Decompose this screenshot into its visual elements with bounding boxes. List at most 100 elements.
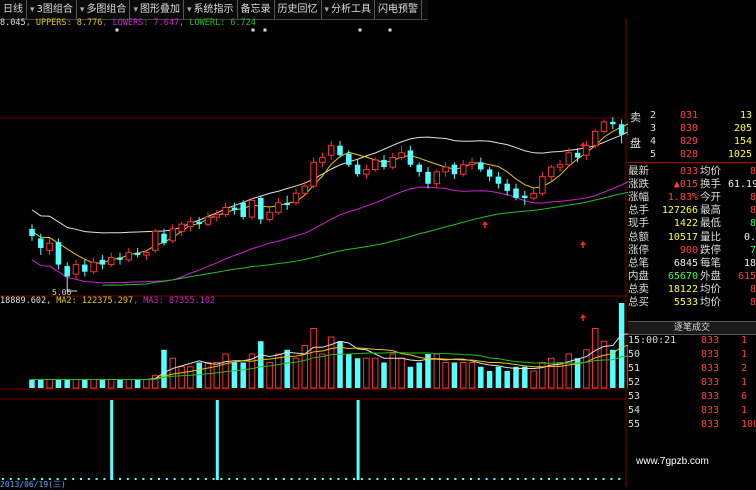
signal-dot bbox=[96, 478, 98, 480]
toolbar-button-4[interactable]: 系统指示 bbox=[184, 0, 238, 19]
candle-body bbox=[337, 146, 343, 156]
signal-dot bbox=[72, 478, 74, 480]
candle-body bbox=[460, 165, 466, 175]
signal-dot bbox=[174, 478, 176, 480]
signal-dot bbox=[228, 478, 230, 480]
candle-body bbox=[276, 203, 282, 213]
signal-dot bbox=[470, 478, 472, 480]
signal-dot bbox=[595, 478, 597, 480]
signal-dot bbox=[283, 478, 285, 480]
volume-bar bbox=[381, 363, 387, 389]
signal-dot bbox=[415, 478, 417, 480]
candle-body bbox=[267, 212, 273, 219]
candle-body bbox=[293, 193, 299, 203]
quote-value: 1.83% bbox=[654, 191, 698, 204]
toolbar-button-0[interactable]: 日线 bbox=[0, 0, 27, 19]
toolbar-button-2[interactable]: 多图组合 bbox=[77, 0, 131, 19]
tick-time: 15:00:21 bbox=[628, 334, 676, 348]
candle-body bbox=[126, 253, 132, 260]
signal-dot bbox=[384, 478, 386, 480]
quote-value: 65670 bbox=[654, 270, 698, 283]
signal-dot bbox=[361, 478, 363, 480]
volume-bar bbox=[346, 354, 352, 388]
signal-dot bbox=[197, 478, 199, 480]
toolbar-button-3[interactable]: 图形叠加 bbox=[130, 0, 184, 19]
candle-body bbox=[64, 266, 70, 276]
signal-dot bbox=[540, 478, 542, 480]
signal-dot bbox=[431, 478, 433, 480]
volume-bar bbox=[170, 358, 176, 388]
signal-dot bbox=[220, 478, 222, 480]
candle-body bbox=[504, 184, 510, 191]
signal-dot bbox=[400, 478, 402, 480]
signal-dot bbox=[376, 478, 378, 480]
signal-dot bbox=[454, 478, 456, 480]
quote-label-2: 均价 bbox=[700, 296, 721, 309]
toolbar-button-5[interactable]: 备忘录 bbox=[238, 0, 275, 19]
tick-row: 52 833 1 bbox=[628, 376, 756, 390]
volume-bar bbox=[522, 367, 528, 388]
tick-time: 52 bbox=[628, 376, 640, 390]
volume-bar bbox=[64, 380, 70, 389]
quote-row: 总买5533均价8 bbox=[628, 296, 756, 309]
quote-label: 总笔 bbox=[628, 257, 649, 270]
indicator-value-2: , UPPERS: 8.776 bbox=[26, 18, 103, 28]
ticks-header[interactable]: 逐笔成交 bbox=[628, 321, 756, 335]
candle-body bbox=[487, 169, 493, 176]
quote-row: 总卖18122均价8 bbox=[628, 283, 756, 296]
signal-dot bbox=[205, 478, 207, 480]
chart-grid bbox=[0, 19, 626, 487]
order-book-volume: 13 bbox=[714, 109, 752, 122]
tick-qty: 1 bbox=[741, 334, 747, 348]
signal-dot bbox=[337, 478, 339, 480]
signal-dot bbox=[618, 478, 620, 480]
signal-dot bbox=[119, 478, 121, 480]
tick-price: 833 bbox=[701, 376, 719, 390]
signal-bar bbox=[357, 400, 360, 480]
quote-value: 900 bbox=[654, 244, 698, 257]
volume-bar bbox=[399, 358, 405, 388]
volume-bar bbox=[108, 380, 114, 389]
indicator-values: 8.045, UPPERS: 8.776, LOWERS: 7.647, LOW… bbox=[0, 18, 256, 29]
candle-body bbox=[258, 198, 264, 219]
order-book-volume: 1025 bbox=[714, 148, 752, 161]
tick-price: 833 bbox=[701, 348, 719, 362]
chart-area[interactable]: 5.06 bbox=[0, 0, 628, 487]
tick-qty: 1 bbox=[741, 376, 747, 390]
candle-body bbox=[135, 253, 141, 255]
toolbar-button-7[interactable]: 分析工具 bbox=[322, 0, 376, 19]
volume-bar bbox=[443, 363, 449, 389]
volume-bar bbox=[478, 367, 484, 388]
volume-bar bbox=[355, 358, 361, 388]
toolbar: 日线3图组合多图组合图形叠加系统指示备忘录历史回忆分析工具闪电预警 bbox=[0, 0, 428, 20]
volume-bar bbox=[504, 371, 510, 388]
signal-dot bbox=[330, 478, 332, 480]
signal-bar bbox=[110, 400, 113, 480]
signal-dot bbox=[236, 478, 238, 480]
quote-value: ▲015 bbox=[654, 178, 698, 191]
toolbar-button-6[interactable]: 历史回忆 bbox=[275, 0, 322, 19]
toolbar-button-1[interactable]: 3图组合 bbox=[27, 0, 77, 19]
volume-bar bbox=[416, 363, 422, 389]
quote-row: 总手127266最高8 bbox=[628, 204, 756, 217]
tick-price: 833 bbox=[701, 404, 719, 418]
tick-time: 51 bbox=[628, 362, 640, 376]
volume-bar bbox=[469, 363, 475, 389]
candle-body bbox=[47, 243, 53, 250]
volume-bar bbox=[284, 350, 290, 388]
signal-dot bbox=[150, 478, 152, 480]
signal-dot bbox=[259, 478, 261, 480]
volume-bar bbox=[610, 350, 616, 388]
quote-label: 现手 bbox=[628, 217, 649, 230]
order-book-level: 3 bbox=[650, 122, 656, 135]
candle-body bbox=[557, 165, 563, 167]
signal-dot bbox=[447, 478, 449, 480]
candle-body bbox=[196, 222, 202, 224]
candle-body bbox=[240, 203, 246, 217]
order-book-volume: 205 bbox=[714, 122, 752, 135]
order-book-row: 58281025 bbox=[628, 148, 756, 161]
quote-label: 总买 bbox=[628, 296, 649, 309]
toolbar-button-8[interactable]: 闪电预警 bbox=[375, 0, 422, 19]
volume-bar bbox=[258, 341, 264, 388]
candle-body bbox=[408, 150, 414, 164]
